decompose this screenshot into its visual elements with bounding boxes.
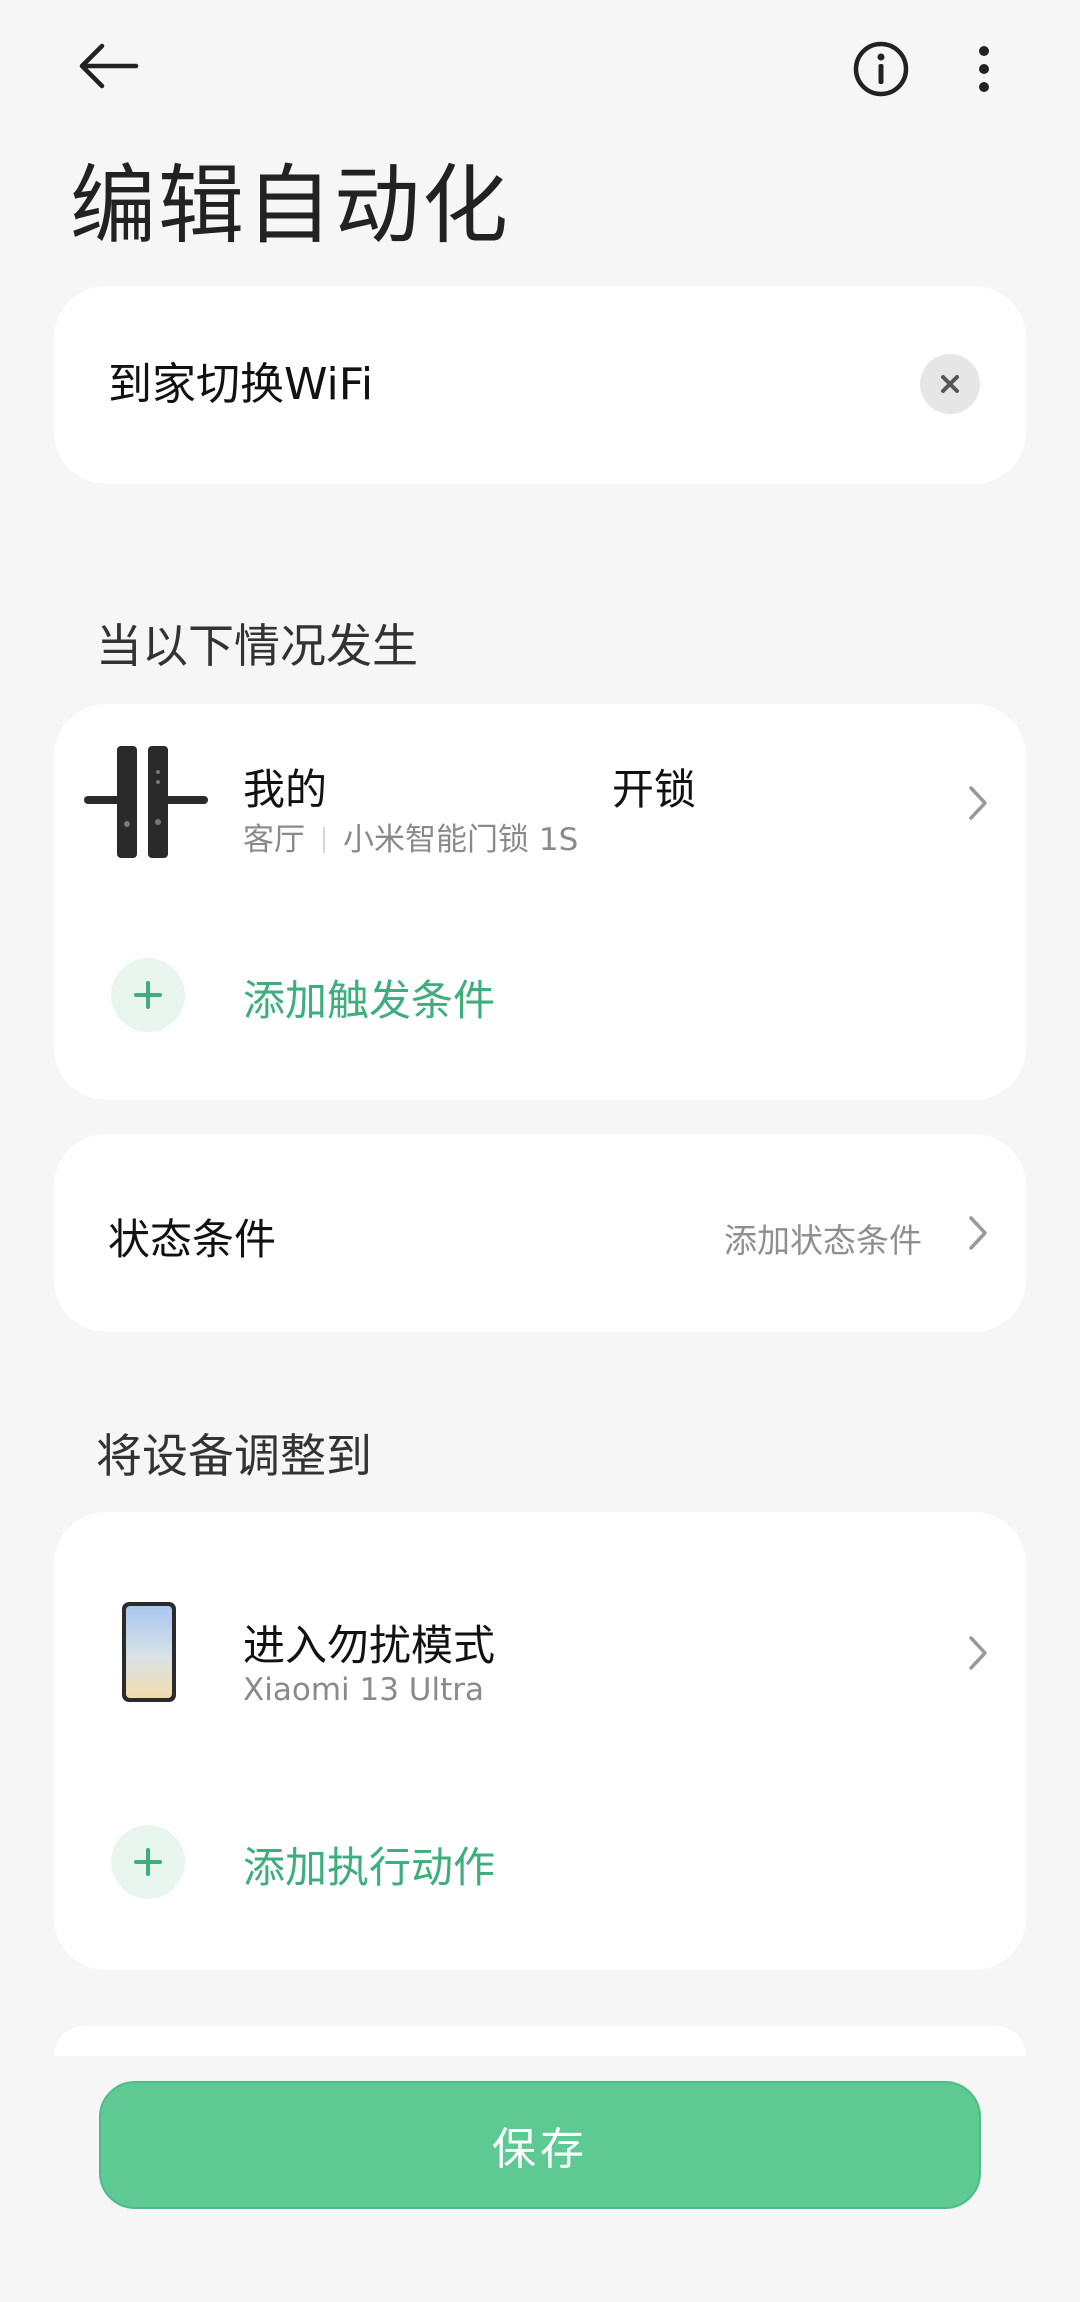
save-button[interactable]: 保存	[99, 2081, 981, 2209]
trigger-item-subtitle: 客厅 小米智能门锁 1S	[243, 822, 579, 858]
add-trigger-button[interactable]: 添加触发条件	[54, 904, 1026, 1094]
add-action-label: 添加执行动作	[243, 1843, 496, 1892]
automation-name-card[interactable]: 到家切换WiFi	[54, 286, 1026, 484]
state-condition-label: 状态条件	[108, 1215, 277, 1264]
info-circle-icon	[853, 41, 909, 97]
add-action-button[interactable]: 添加执行动作	[54, 1762, 1026, 1962]
chevron-right-icon	[966, 784, 990, 826]
action-section-label: 将设备调整到	[96, 1429, 372, 1483]
trigger-section-label: 当以下情况发生	[96, 619, 418, 673]
arrow-left-icon	[79, 43, 139, 89]
clear-x-icon	[941, 375, 959, 393]
clear-name-button[interactable]	[920, 354, 980, 414]
trigger-item-title: 我的 开锁	[243, 756, 696, 817]
action-item[interactable]: 进入勿扰模式 Xiaomi 13 Ultra	[54, 1512, 1026, 1762]
plus-icon	[134, 1848, 162, 1876]
add-action-plus	[111, 1825, 185, 1899]
action-card: 进入勿扰模式 Xiaomi 13 Ultra 添加执行动作	[54, 1512, 1026, 1970]
chevron-right-icon	[966, 1634, 990, 1676]
state-condition-card[interactable]: 状态条件 添加状态条件	[54, 1134, 1026, 1332]
state-condition-value: 添加状态条件	[724, 1221, 922, 1260]
next-card-peek	[54, 2026, 1026, 2056]
back-button[interactable]	[70, 36, 146, 96]
add-trigger-plus	[111, 958, 185, 1032]
trigger-item[interactable]: 我的 开锁 客厅 小米智能门锁 1S	[54, 704, 1026, 904]
action-item-subtitle: Xiaomi 13 Ultra	[243, 1672, 484, 1708]
redacted-device-name	[327, 762, 613, 812]
info-button[interactable]	[850, 38, 912, 100]
automation-name-input[interactable]: 到家切换WiFi	[108, 286, 373, 484]
add-trigger-label: 添加触发条件	[243, 976, 496, 1025]
phone-icon	[120, 1600, 178, 1708]
page-title: 编辑自动化	[70, 156, 510, 256]
chevron-right-icon	[966, 1214, 990, 1256]
more-button[interactable]	[966, 38, 1002, 100]
door-lock-icon	[82, 742, 212, 866]
plus-icon	[134, 981, 162, 1009]
trigger-card: 我的 开锁 客厅 小米智能门锁 1S 添加触发条件	[54, 704, 1026, 1100]
more-vertical-icon	[979, 46, 989, 92]
action-item-title: 进入勿扰模式	[243, 1621, 496, 1670]
